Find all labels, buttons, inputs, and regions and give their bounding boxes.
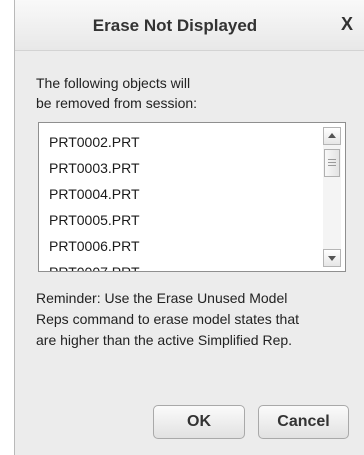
- list-item[interactable]: PRT0006.PRT: [49, 233, 140, 259]
- intro-line-2: be removed from session:: [36, 95, 198, 111]
- chevron-down-icon: [328, 256, 336, 261]
- cancel-button[interactable]: Cancel: [258, 405, 349, 439]
- scroll-thumb[interactable]: [324, 149, 340, 177]
- reminder-line-2: Reps command to erase model states that: [36, 311, 300, 327]
- grip-line: [328, 165, 336, 166]
- list-scrollbar[interactable]: [323, 127, 341, 267]
- reminder-text: Reminder: Use the Erase Unused Model Rep…: [36, 288, 364, 351]
- reminder-line-1: Reminder: Use the Erase Unused Model: [36, 290, 288, 306]
- list-item[interactable]: PRT0007.PRT: [49, 259, 140, 271]
- chevron-up-icon: [328, 133, 336, 138]
- list-item[interactable]: PRT0005.PRT: [49, 207, 140, 233]
- scroll-down-button[interactable]: [323, 249, 341, 267]
- ok-button[interactable]: OK: [153, 405, 245, 439]
- grip-line: [328, 162, 336, 163]
- reminder-line-3: are higher than the active Simplified Re…: [36, 332, 293, 348]
- dialog-titlebar: Erase Not Displayed X: [15, 0, 364, 51]
- scroll-up-button[interactable]: [323, 127, 341, 145]
- dialog-title: Erase Not Displayed: [92, 16, 258, 35]
- list-item[interactable]: PRT0004.PRT: [49, 181, 140, 207]
- intro-line-1: The following objects will: [36, 75, 191, 91]
- list-item[interactable]: PRT0003.PRT: [49, 155, 140, 181]
- objects-list: PRT0002.PRT PRT0003.PRT PRT0004.PRT PRT0…: [49, 129, 140, 271]
- close-icon[interactable]: X: [336, 12, 358, 36]
- list-item[interactable]: PRT0002.PRT: [49, 129, 140, 155]
- erase-not-displayed-dialog: Erase Not Displayed X The following obje…: [14, 0, 364, 455]
- objects-listbox[interactable]: PRT0002.PRT PRT0003.PRT PRT0004.PRT PRT0…: [38, 122, 346, 272]
- intro-text: The following objects will be removed fr…: [36, 73, 336, 113]
- grip-line: [328, 159, 336, 160]
